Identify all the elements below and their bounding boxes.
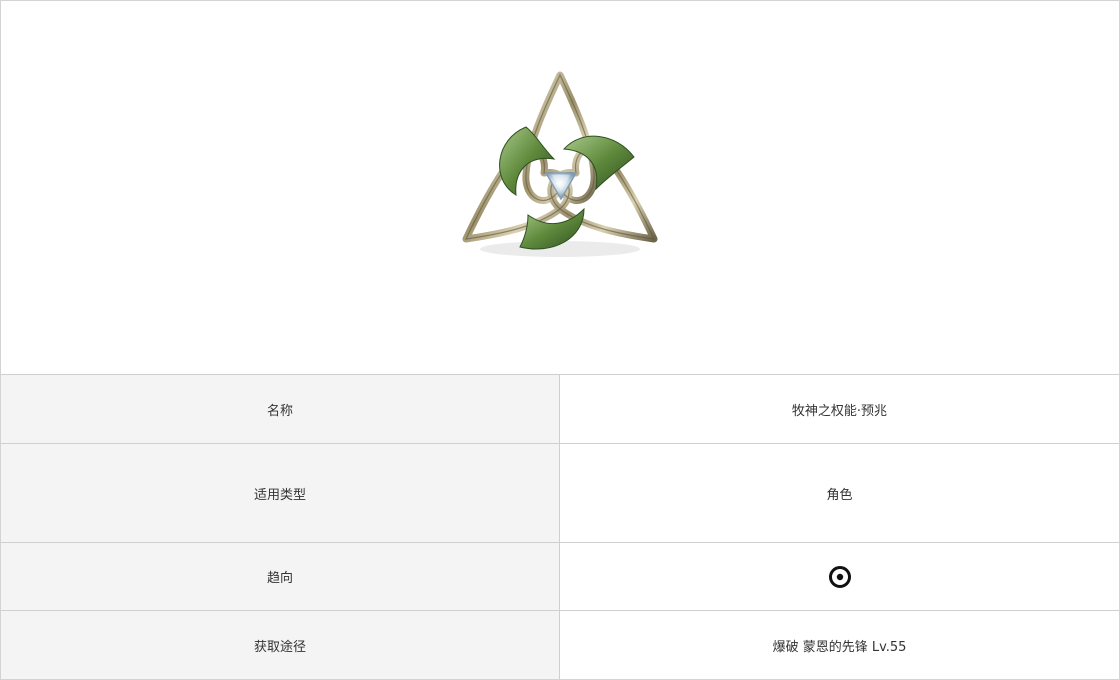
item-info-table: 名称 牧神之权能·预兆 适用类型 角色 趋向 获取途径 爆破 蒙恩的先锋 Lv.… — [1, 374, 1119, 679]
tendency-value — [559, 542, 1119, 611]
target-circle-icon — [828, 565, 851, 588]
emblem-svg — [462, 71, 658, 257]
name-label: 名称 — [1, 374, 560, 444]
table-row: 趋向 — [1, 542, 1119, 611]
type-label: 适用类型 — [1, 443, 560, 543]
triquetra-emblem-icon — [456, 69, 662, 269]
item-image-area — [1, 1, 1119, 374]
table-row: 适用类型 角色 — [1, 443, 1119, 543]
table-row: 名称 牧神之权能·预兆 — [1, 374, 1119, 444]
name-value: 牧神之权能·预兆 — [559, 374, 1119, 444]
source-value: 爆破 蒙恩的先锋 Lv.55 — [559, 610, 1119, 679]
tendency-label: 趋向 — [1, 542, 560, 611]
table-row: 获取途径 爆破 蒙恩的先锋 Lv.55 — [1, 610, 1119, 679]
item-card: 名称 牧神之权能·预兆 适用类型 角色 趋向 获取途径 爆破 蒙恩的先锋 Lv.… — [0, 0, 1120, 680]
type-value: 角色 — [559, 443, 1119, 543]
source-label: 获取途径 — [1, 610, 560, 679]
